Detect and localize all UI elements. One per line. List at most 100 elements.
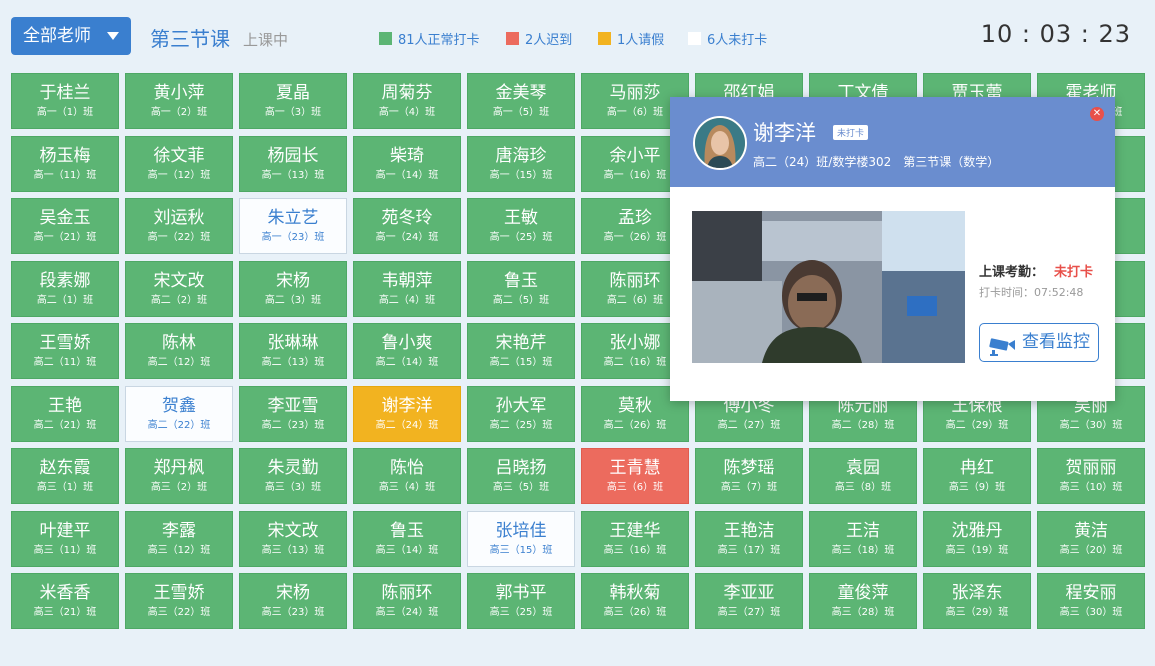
teacher-card[interactable]: 童俊萍 高三（28）班 — [809, 573, 917, 629]
teacher-card[interactable]: 张泽东 高三（29）班 — [923, 573, 1031, 629]
teacher-card[interactable]: 谢李洋 高二（24）班 — [353, 385, 461, 442]
teacher-card[interactable]: 宋艳芹 高二（15）班 — [467, 323, 575, 379]
teacher-card[interactable]: 贺鑫 高二（22）班 — [125, 385, 233, 442]
teacher-card[interactable]: 夏晶 高一（3）班 — [239, 73, 347, 129]
teacher-card[interactable]: 沈雅丹 高三（19）班 — [923, 510, 1031, 567]
teacher-card[interactable]: 张培佳 高三（15）班 — [467, 510, 575, 567]
teacher-class: 高二（22）班 — [147, 419, 211, 431]
camera-snapshot — [692, 211, 965, 363]
teacher-card[interactable]: 苑冬玲高一（24）班 — [353, 198, 461, 254]
teacher-name: 刘运秋 — [153, 208, 205, 228]
teacher-card[interactable]: 朱立艺 高一（23）班 — [239, 198, 347, 254]
teacher-card[interactable]: 王雪娇 高三（22）班 — [125, 573, 233, 629]
teacher-class: 高三（11）班 — [33, 544, 97, 556]
teacher-card[interactable]: 段素娜 高二（1）班 — [11, 260, 119, 317]
view-monitor-button[interactable]: 查看监控 — [979, 323, 1099, 362]
teacher-card[interactable]: 杨园长 高一（13）班 — [239, 135, 347, 192]
teacher-class: 高二（14）班 — [375, 357, 439, 368]
teacher-class: 高一（14）班 — [375, 169, 439, 181]
teacher-card[interactable]: 吴金玉 高一（21）班 — [11, 198, 119, 254]
legend-label-late: 2人迟到 — [525, 33, 573, 48]
popup-teacher-info: 高二（24）班/数学楼302 第三节课（数学） — [753, 155, 1000, 169]
teacher-class: 高三（13）班 — [261, 544, 325, 556]
teacher-name: 郑丹枫 — [153, 458, 205, 478]
teacher-card[interactable]: 王艳 高二（21）班 — [11, 385, 119, 442]
teacher-card[interactable]: 鲁玉 高三（14）班 — [353, 510, 461, 567]
teacher-card[interactable]: 韦朝萍 高二（4）班 — [353, 260, 461, 317]
teacher-name: 宋艳芹 — [495, 333, 547, 353]
teacher-card[interactable]: 于桂兰 高一（1）班 — [11, 73, 119, 129]
teacher-class: 高一（25）班 — [489, 232, 553, 243]
teacher-card[interactable]: 程安丽 高三（30）班 — [1037, 573, 1145, 629]
teacher-card[interactable]: 刘运秋 高一（22）班 — [125, 198, 233, 254]
teacher-name: 柴琦 — [390, 145, 424, 166]
teacher-card[interactable]: 黄小萍 高一（2）班 — [125, 73, 233, 129]
teacher-class: 高三（29）班 — [945, 607, 1009, 618]
teacher-name: 朱灵勤 — [267, 458, 319, 478]
teacher-class: 高三（9）班 — [948, 482, 1006, 493]
teacher-name: 苑冬玲 — [381, 208, 433, 228]
teacher-class: 高三（23）班 — [261, 607, 325, 618]
teacher-class: 高二（11）班 — [33, 357, 97, 368]
teacher-card[interactable]: 宋杨 高三（23）班 — [239, 573, 347, 629]
teacher-card[interactable]: 鲁玉 高二（5）班 — [467, 260, 575, 317]
teacher-card[interactable]: 赵东霞 高三（1）班 — [11, 448, 119, 504]
teacher-card[interactable]: 朱灵勤 高三（3）班 — [239, 448, 347, 504]
teacher-name: 陈丽环 — [381, 583, 433, 603]
teacher-class: 高三（18）班 — [831, 544, 895, 556]
teacher-class: 高二（4）班 — [378, 294, 436, 306]
teacher-card[interactable]: 唐海珍 高一（15）班 — [467, 135, 575, 192]
teacher-card[interactable]: 宋文改 高二（2）班 — [125, 260, 233, 317]
teacher-card[interactable]: 黄洁 高三（20）班 — [1037, 510, 1145, 567]
teacher-class: 高二（13）班 — [261, 357, 325, 368]
teacher-card[interactable]: 孙大军 高二（25）班 — [467, 385, 575, 442]
teacher-card[interactable]: 陈林 高二（12）班 — [125, 323, 233, 379]
teacher-card[interactable]: 徐文菲 高一（12）班 — [125, 135, 233, 192]
teacher-class: 高一（3）班 — [264, 107, 322, 118]
teacher-card[interactable]: 韩秋菊 高三（26）班 — [581, 573, 689, 629]
teacher-card[interactable]: 陈怡 高三（4）班 — [353, 448, 461, 504]
teacher-filter-dropdown[interactable]: 全部老师 — [11, 17, 131, 55]
legend-swatch-late — [506, 32, 519, 45]
teacher-card[interactable]: 周菊芬 高一（4）班 — [353, 73, 461, 129]
teacher-card[interactable]: 李亚亚 高三（27）班 — [695, 573, 803, 629]
teacher-card[interactable]: 王艳洁 高三（17）班 — [695, 510, 803, 567]
teacher-class: 高三（7）班 — [720, 482, 778, 493]
teacher-name: 叶建平 — [39, 520, 91, 541]
teacher-card[interactable]: 宋杨 高二（3）班 — [239, 260, 347, 317]
teacher-card[interactable]: 陈梦瑶高三（7）班 — [695, 448, 803, 504]
teacher-card[interactable]: 金美琴 高一（5）班 — [467, 73, 575, 129]
teacher-card[interactable]: 宋文改 高三（13）班 — [239, 510, 347, 567]
close-icon[interactable]: ✕ — [1090, 107, 1104, 121]
teacher-class: 高三（28）班 — [831, 607, 895, 618]
teacher-card[interactable]: 叶建平高三（11）班 — [11, 510, 119, 567]
teacher-card[interactable]: 郑丹枫 高三（2）班 — [125, 448, 233, 504]
teacher-card[interactable]: 王建华 高三（16）班 — [581, 510, 689, 567]
teacher-card[interactable]: 王雪娇 高二（11）班 — [11, 323, 119, 379]
teacher-card[interactable]: 陈丽环 高三（24）班 — [353, 573, 461, 629]
teacher-class: 高二（25）班 — [489, 419, 553, 431]
teacher-card[interactable]: 郭书平 高三（25）班 — [467, 573, 575, 629]
teacher-class: 高一（24）班 — [375, 232, 439, 243]
teacher-card[interactable]: 鲁小爽 高二（14）班 — [353, 323, 461, 379]
teacher-name: 王艳 — [48, 395, 82, 416]
teacher-name: 陈梦瑶 — [723, 458, 775, 478]
teacher-class: 高三（21）班 — [33, 607, 97, 618]
teacher-card[interactable]: 贺丽丽 高三（10）班 — [1037, 448, 1145, 504]
teacher-card[interactable]: 袁园 高三（8）班 — [809, 448, 917, 504]
view-monitor-label: 查看监控 — [1022, 332, 1090, 352]
teacher-card[interactable]: 柴琦高一（14）班 — [353, 135, 461, 192]
teacher-card[interactable]: 李亚雪 高二（23）班 — [239, 385, 347, 442]
teacher-class: 高三（4）班 — [378, 482, 436, 493]
teacher-card[interactable]: 吕晓扬 高三（5）班 — [467, 448, 575, 504]
teacher-card[interactable]: 李露 高三（12）班 — [125, 510, 233, 567]
teacher-card[interactable]: 杨玉梅 高一（11）班 — [11, 135, 119, 192]
teacher-name: 陈林 — [162, 333, 196, 353]
teacher-card[interactable]: 张琳琳 高二（13）班 — [239, 323, 347, 379]
teacher-card[interactable]: 米香香 高三（21）班 — [11, 573, 119, 629]
legend-leave: 1人请假 — [598, 29, 664, 48]
teacher-card[interactable]: 王敏 高一（25）班 — [467, 198, 575, 254]
teacher-card[interactable]: 冉红 高三（9）班 — [923, 448, 1031, 504]
teacher-card[interactable]: 王洁 高三（18）班 — [809, 510, 917, 567]
teacher-card[interactable]: 王青慧 高三（6）班 — [581, 448, 689, 504]
